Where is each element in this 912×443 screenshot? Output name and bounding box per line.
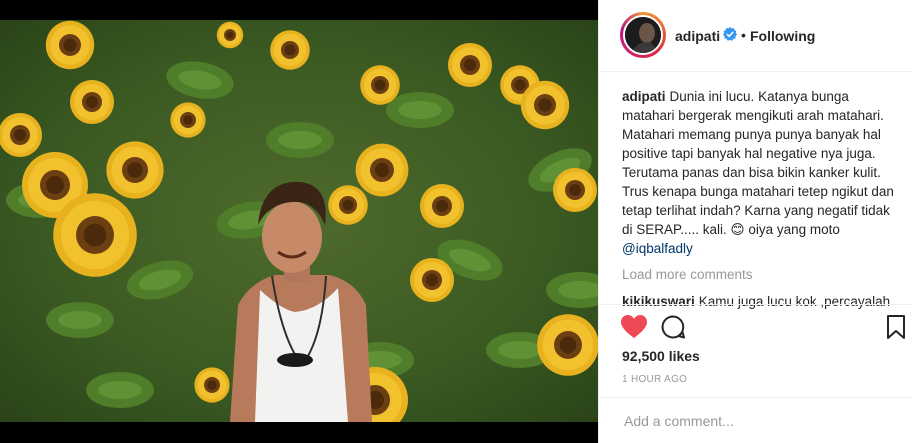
header-separator: • (741, 27, 746, 43)
comment-bubble-icon[interactable] (661, 315, 685, 339)
heart-icon[interactable] (621, 315, 647, 339)
post-media[interactable] (0, 0, 598, 443)
caption-username[interactable]: adipati (622, 89, 666, 104)
avatar-story-ring[interactable] (620, 12, 666, 58)
comment-input[interactable] (622, 409, 896, 433)
avatar[interactable] (623, 15, 663, 55)
post-caption: adipati Dunia ini lucu. Katanya bunga mat… (622, 87, 902, 258)
post-actions: 92,500 likes 1 HOUR AGO (599, 304, 912, 442)
caption-mention-link[interactable]: @iqbalfadly (622, 241, 693, 256)
bookmark-icon[interactable] (886, 315, 906, 339)
instagram-post: adipati • Following adipati Dunia ini luc… (0, 0, 912, 443)
post-timestamp[interactable]: 1 HOUR AGO (622, 374, 687, 385)
likes-count[interactable]: 92,500 likes (622, 348, 700, 364)
load-more-comments-button[interactable]: Load more comments (622, 265, 902, 284)
add-comment-bar (599, 397, 912, 443)
post-header: adipati • Following (599, 0, 912, 72)
comments-section: adipati Dunia ini lucu. Katanya bunga mat… (622, 87, 902, 311)
header-username[interactable]: adipati (675, 28, 720, 44)
verified-badge-icon (723, 27, 737, 41)
following-button[interactable]: Following (750, 28, 815, 44)
post-side-panel: adipati • Following adipati Dunia ini luc… (598, 0, 912, 443)
caption-text: Dunia ini lucu. Katanya bunga matahari b… (622, 89, 894, 237)
post-photo[interactable] (0, 20, 598, 422)
